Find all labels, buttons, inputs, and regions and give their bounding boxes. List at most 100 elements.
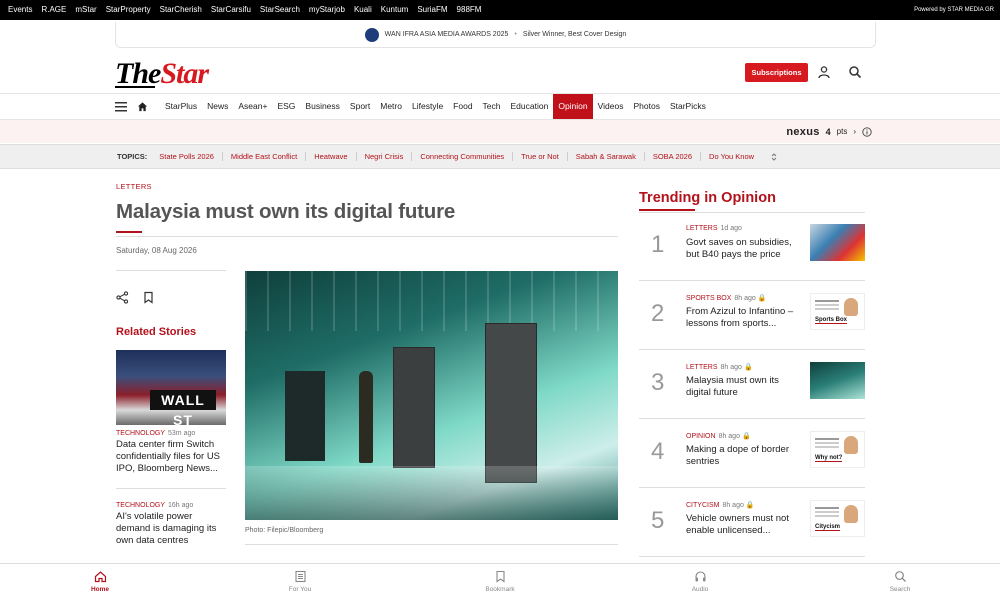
hero-server-rack (285, 371, 325, 461)
related-story-title[interactable]: Data center firm Switch confidentially f… (116, 439, 228, 475)
trending-tag[interactable]: SPORTS BOX (686, 295, 731, 302)
home-nav-icon[interactable] (137, 101, 148, 112)
network-link-mstar[interactable]: mStar (75, 0, 96, 20)
hero-technician (359, 371, 373, 463)
network-link-starcherish[interactable]: StarCherish (160, 0, 202, 20)
network-link-kuali[interactable]: Kuali (354, 0, 372, 20)
topic-state-polls[interactable]: State Polls 2026 (151, 152, 223, 161)
related-story-tag[interactable]: TECHNOLOGY (116, 430, 165, 437)
related-story-time: 53m ago (168, 430, 196, 437)
home-icon (94, 571, 106, 583)
related-story-thumbnail[interactable]: WALL ST (116, 350, 226, 425)
network-link-988fm[interactable]: 988FM (457, 0, 482, 20)
trending-tag[interactable]: LETTERS (686, 225, 718, 232)
topic-soba[interactable]: SOBA 2026 (645, 152, 702, 161)
topic-connecting-communities[interactable]: Connecting Communities (412, 152, 514, 161)
trending-item[interactable]: 2 SPORTS BOX 8h ago 🔒 From Azizul to Infan… (639, 282, 865, 350)
nav-sport[interactable]: Sport (345, 94, 375, 119)
trending-item[interactable]: 1 LETTERS 1d ago Govt saves on subsidies,… (639, 213, 865, 281)
share-icon[interactable] (116, 291, 129, 304)
subscriptions-button[interactable]: Subscriptions (745, 63, 808, 82)
network-link-kuntum[interactable]: Kuntum (381, 0, 409, 20)
network-link-events[interactable]: Events (8, 0, 32, 20)
trending-tag[interactable]: CITYCISM (686, 502, 719, 509)
trending-tag[interactable]: LETTERS (686, 364, 718, 371)
network-link-mystarjob[interactable]: myStarjob (309, 0, 345, 20)
trending-time: 8h ago (734, 295, 756, 302)
topic-sabah-sarawak[interactable]: Sabah & Sarawak (568, 152, 645, 161)
nav-tech[interactable]: Tech (478, 94, 506, 119)
award-logo-icon (364, 27, 379, 42)
trending-title-link[interactable]: From Azizul to Infantino – lessons from … (686, 306, 801, 330)
related-story[interactable]: TECHNOLOGY 53m ago Data center firm Switc… (116, 430, 228, 475)
network-link-starsearch[interactable]: StarSearch (260, 0, 300, 20)
trending-item[interactable]: 3 LETTERS 8h ago 🔒 Malaysia must own its d… (639, 351, 865, 419)
bottom-nav-bookmark[interactable]: Bookmark (440, 564, 560, 600)
column-header-lines (815, 507, 839, 509)
nav-starpicks[interactable]: StarPicks (665, 94, 711, 119)
nav-food[interactable]: Food (448, 94, 477, 119)
hamburger-menu-icon[interactable] (115, 101, 127, 112)
nav-starplus[interactable]: StarPlus (160, 94, 202, 119)
user-account-icon[interactable] (817, 65, 831, 79)
trending-thumbnail[interactable] (810, 224, 865, 261)
hero-server-rack (485, 323, 537, 483)
nav-opinion[interactable]: Opinion (553, 94, 593, 119)
bottom-nav-search[interactable]: Search (840, 564, 960, 600)
nav-videos[interactable]: Videos (593, 94, 629, 119)
network-link-starproperty[interactable]: StarProperty (106, 0, 151, 20)
left-column-divider (116, 270, 226, 271)
article-hero-image (245, 271, 618, 520)
bottom-nav-home[interactable]: Home (40, 564, 160, 600)
trending-title-link[interactable]: Malaysia must own its digital future (686, 375, 801, 399)
trending-tag[interactable]: OPINION (686, 433, 716, 440)
trending-thumbnail[interactable]: Why not? (810, 431, 865, 468)
trending-thumbnail[interactable] (810, 362, 865, 399)
award-banner[interactable]: WAN IFRA ASIA MEDIA AWARDS 2025 • Silver… (115, 22, 876, 48)
related-story-title[interactable]: AI's volatile power demand is damaging i… (116, 511, 228, 547)
topic-do-you-know[interactable]: Do You Know (701, 152, 762, 161)
trending-title-link[interactable]: Vehicle owners must not enable unlicense… (686, 513, 801, 537)
related-story[interactable]: TECHNOLOGY 16h ago AI's volatile power de… (116, 502, 228, 547)
topic-heatwave[interactable]: Heatwave (306, 152, 357, 161)
headline-divider (116, 236, 618, 237)
trending-item[interactable]: 4 OPINION 8h ago 🔒 Making a dope of border… (639, 420, 865, 488)
trending-thumbnail[interactable]: Sports Box (810, 293, 865, 330)
search-icon[interactable] (848, 65, 862, 79)
bottom-nav-audio[interactable]: Audio (640, 564, 760, 600)
related-divider (116, 488, 226, 489)
nav-business[interactable]: Business (300, 94, 345, 119)
trending-title-link[interactable]: Making a dope of border sentries (686, 444, 801, 468)
trending-thumbnail[interactable]: Citycism (810, 500, 865, 537)
bookmark-icon[interactable] (142, 291, 155, 304)
nav-esg[interactable]: ESG (272, 94, 300, 119)
topic-negri-crisis[interactable]: Negri Crisis (357, 152, 413, 161)
column-label: Why not? (815, 455, 843, 462)
hero-floor (245, 466, 618, 520)
article-kicker[interactable]: LETTERS (116, 182, 618, 191)
topics-expand-icon[interactable] (770, 152, 778, 162)
nav-asean[interactable]: Asean+ (233, 94, 272, 119)
trending-item[interactable]: 5 CITYCISM 8h ago 🔒 Vehicle owners must no… (639, 489, 865, 557)
network-link-rage[interactable]: R.AGE (41, 0, 66, 20)
nav-lifestyle[interactable]: Lifestyle (407, 94, 448, 119)
topic-middle-east[interactable]: Middle East Conflict (223, 152, 307, 161)
bottom-nav-for-you[interactable]: For You (240, 564, 360, 600)
info-icon[interactable] (862, 126, 872, 137)
column-header-lines (815, 438, 839, 440)
columnist-avatar (844, 298, 858, 316)
nav-education[interactable]: Education (506, 94, 554, 119)
article-date: Saturday, 08 Aug 2026 (116, 246, 197, 255)
nav-metro[interactable]: Metro (375, 94, 407, 119)
network-link-starcarsifu[interactable]: StarCarsifu (211, 0, 251, 20)
trending-title-link[interactable]: Govt saves on subsidies, but B40 pays th… (686, 237, 801, 261)
column-header-lines (815, 300, 839, 302)
nexus-points[interactable]: nexus 4 pts › (786, 120, 872, 143)
nav-photos[interactable]: Photos (628, 94, 664, 119)
related-story-tag[interactable]: TECHNOLOGY (116, 502, 165, 509)
article: LETTERS Malaysia must own its digital fu… (116, 182, 618, 546)
topic-true-or-not[interactable]: True or Not (513, 152, 568, 161)
nexus-arrow-icon[interactable]: › (853, 127, 856, 136)
network-link-suriafm[interactable]: SuriaFM (417, 0, 447, 20)
nav-news[interactable]: News (202, 94, 233, 119)
